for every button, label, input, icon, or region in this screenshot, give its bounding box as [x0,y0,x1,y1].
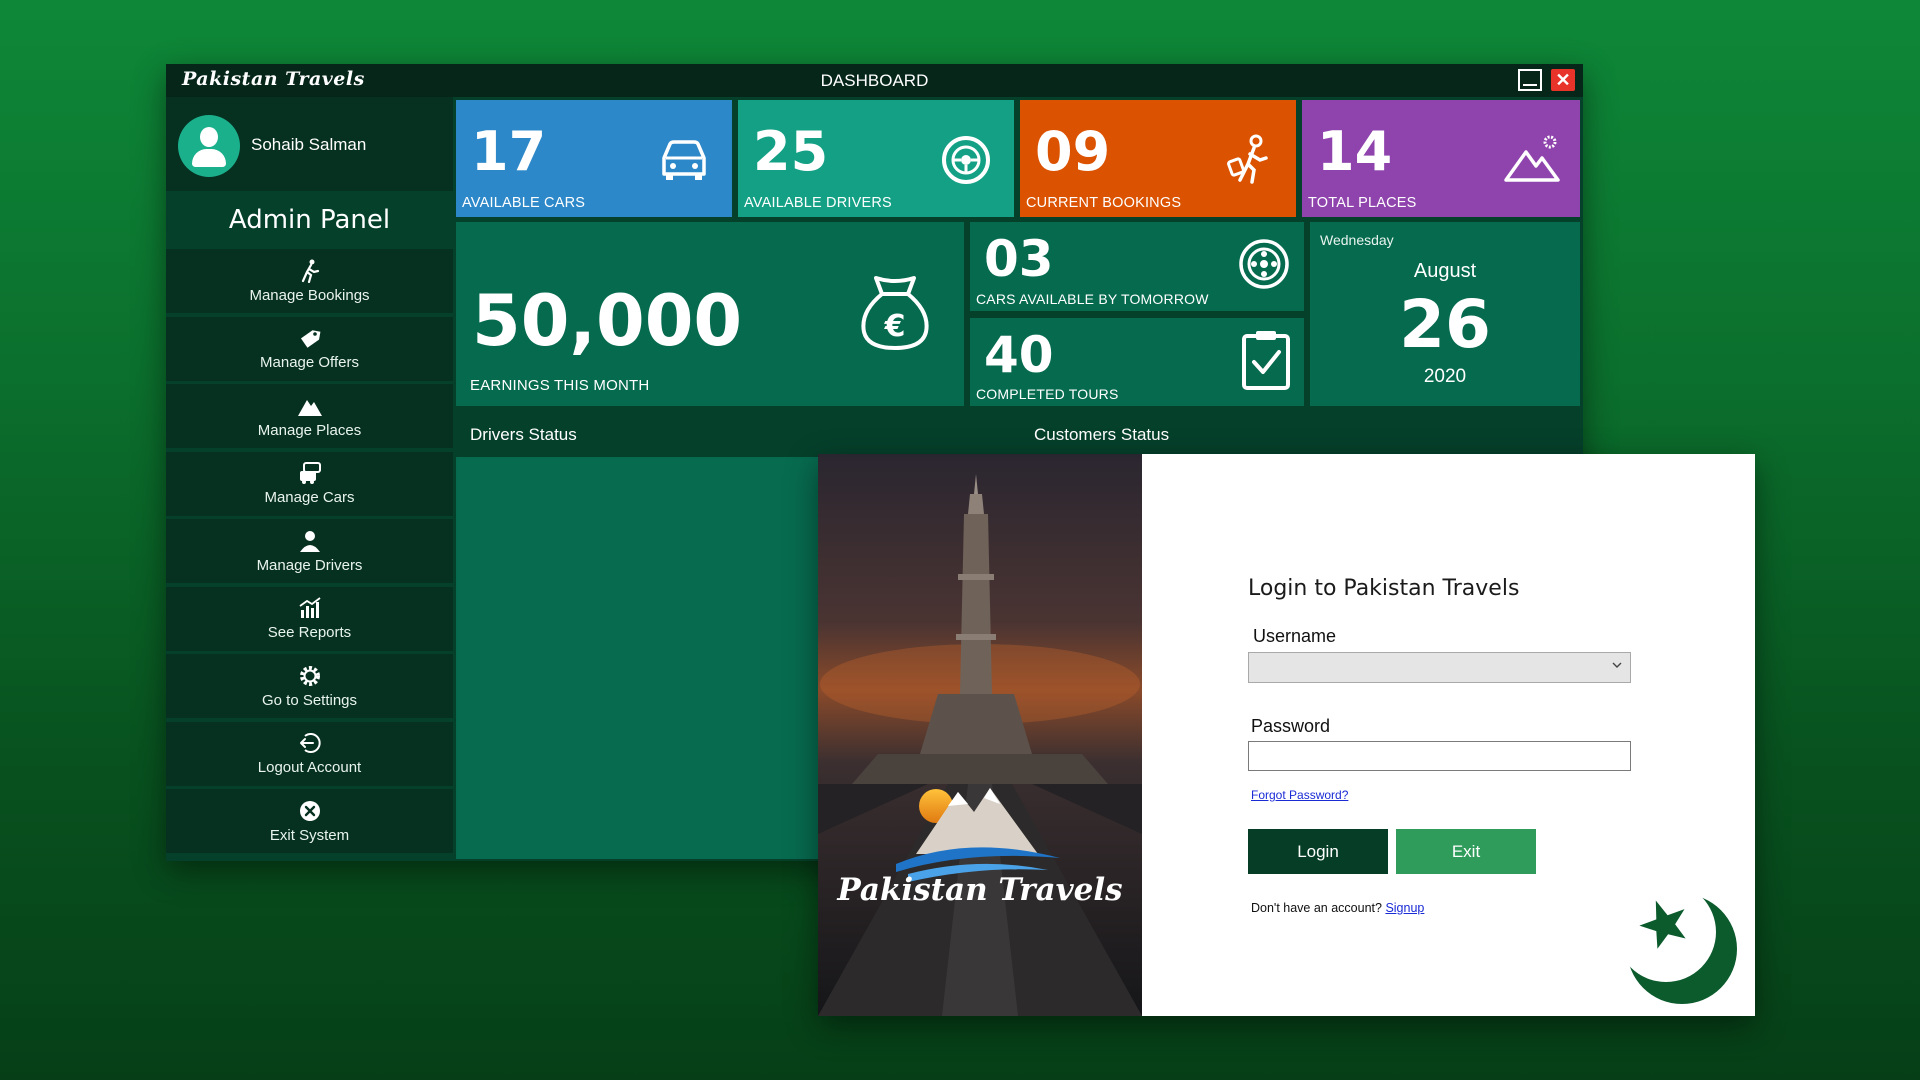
password-label: Password [1251,716,1331,736]
sidebar-item-settings[interactable]: Go to Settings [166,654,453,718]
login-window: Pakistan Travels Login to Pakistan Trave… [818,454,1755,1016]
date-weekday: Wednesday [1320,232,1394,248]
car-icon [662,140,706,180]
app-brand: Pakistan Travels [182,68,365,90]
sidebar-menu: Manage Bookings Manage Offers Manage Pla… [166,249,453,857]
chevron-down-icon [1612,662,1622,668]
sidebar-item-label: Exit System [269,826,350,844]
panel-heading: Drivers Status [456,413,1014,457]
sidebar-item-logout[interactable]: Logout Account [166,721,453,786]
signup-link[interactable]: Signup [1385,901,1424,915]
tile-label: AVAILABLE DRIVERS [744,195,892,211]
clipboard-check-icon [1242,331,1290,390]
avatar [178,115,240,177]
sidebar-item-manage-drivers[interactable]: Manage Drivers [166,519,453,583]
tile-completed-tours[interactable]: 40 COMPLETED TOURS [970,318,1304,406]
login-brand: Pakistan Travels [837,872,1123,908]
title-bar: Pakistan Travels DASHBOARD ✕ [166,64,1583,97]
date-day: 26 [1399,286,1491,363]
user-profile: Sohaib Salman [166,97,453,191]
panel-heading: Customers Status [1020,413,1580,457]
tile-label: TOTAL PLACES [1308,195,1417,211]
login-hero-image: Pakistan Travels [818,454,1142,1016]
sidebar-item-label: Go to Settings [261,691,358,709]
tile-label: COMPLETED TOURS [976,386,1119,402]
date-year: 2020 [1423,366,1467,387]
sidebar-item-manage-places[interactable]: Manage Places [166,384,453,448]
date-tile: Wednesday August 26 2020 [1310,222,1580,406]
login-form: Login to Pakistan Travels Username Passw… [1142,454,1755,1016]
sidebar-item-label: Manage Bookings [249,286,370,304]
tile-available-drivers[interactable]: 25 AVAILABLE DRIVERS [738,100,1014,217]
sidebar-item-label: See Reports [267,624,352,641]
tile-value: 17 [471,120,547,183]
tile-total-places[interactable]: 14 TOTAL PLACES [1302,100,1580,217]
tile-label: AVAILABLE CARS [462,195,586,211]
sidebar-item-label: Manage Offers [260,354,359,371]
cars-icon [299,462,321,484]
username-label: Username [1253,626,1337,646]
tag-icon [300,330,320,348]
money-bag-icon: € [861,276,929,351]
login-button[interactable]: Login [1248,829,1388,874]
tile-value: 14 [1317,120,1393,183]
sidebar-item-exit-system[interactable]: Exit System [166,789,453,853]
sidebar-item-label: Logout Account [257,759,362,776]
sidebar-item-label: Manage Cars [264,489,355,506]
svg-text:€: € [884,309,906,344]
sidebar-item-manage-bookings[interactable]: Manage Bookings [166,249,453,313]
date-month: August [1413,260,1477,282]
forgot-password-link[interactable]: Forgot Password? [1251,788,1348,802]
no-account-text: Don't have an account? [1251,901,1382,915]
tile-value: 50,000 [472,280,743,362]
walking-person-icon [301,259,319,283]
exit-icon [299,800,320,821]
wheel-icon [1239,239,1289,289]
mountain-icon [1504,135,1560,182]
login-title: Login to Pakistan Travels [1248,576,1520,601]
sidebar-item-manage-cars[interactable]: Manage Cars [166,451,453,516]
user-name: Sohaib Salman [251,135,367,154]
exit-button[interactable]: Exit [1396,829,1536,874]
driver-icon [299,530,320,552]
chart-icon [298,597,321,618]
sidebar-item-label: Manage Places [257,421,362,439]
panel-title: Admin Panel [228,205,391,235]
sidebar-item-label: Manage Drivers [256,556,363,574]
tile-label: EARNINGS THIS MONTH [470,377,650,394]
crescent-star-icon [1627,894,1737,1004]
close-icon: ✕ [1555,69,1571,90]
tile-value: 40 [984,326,1054,384]
logout-icon [299,733,321,753]
password-field[interactable] [1248,741,1631,771]
sidebar-item-manage-offers[interactable]: Manage Offers [166,316,453,381]
sidebar-item-see-reports[interactable]: See Reports [166,586,453,651]
tile-available-cars[interactable]: 17 AVAILABLE CARS [456,100,732,217]
tile-label: CARS AVAILABLE BY TOMORROW [976,291,1209,307]
minar-e-pakistan-illustration [818,454,1142,1016]
tile-value: 25 [753,120,829,183]
steering-wheel-icon [942,136,990,184]
tile-current-bookings[interactable]: 09 CURRENT BOOKINGS [1020,100,1296,217]
close-button[interactable]: ✕ [1551,69,1575,91]
gear-icon [299,665,320,686]
sidebar: Sohaib Salman Admin Panel Manage Booking… [166,97,453,861]
tile-cars-tomorrow[interactable]: 03 CARS AVAILABLE BY TOMORROW [970,222,1304,311]
traveller-icon [1227,134,1268,184]
tile-value: 03 [984,230,1054,288]
tile-value: 09 [1035,120,1111,183]
window-title: DASHBOARD [820,71,929,90]
minimize-button[interactable] [1518,69,1542,91]
mountain-icon [297,399,322,416]
tile-label: CURRENT BOOKINGS [1026,195,1182,211]
signup-prompt: Don't have an account? Signup [1251,901,1424,915]
tile-earnings[interactable]: 50,000 € EARNINGS THIS MONTH [456,222,964,406]
username-dropdown[interactable] [1248,652,1631,683]
